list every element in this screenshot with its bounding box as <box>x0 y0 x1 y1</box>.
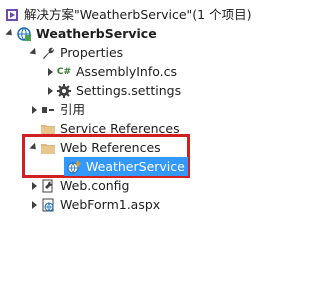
web-config-label: Web.config <box>60 178 130 193</box>
tree-item-properties[interactable]: Properties <box>28 43 123 62</box>
collapse-arrow-icon[interactable] <box>28 195 40 214</box>
web-service-icon <box>66 159 82 175</box>
tree-item-web-config[interactable]: Web.config <box>28 176 129 195</box>
tree-item-settings[interactable]: Settings.settings <box>44 81 181 100</box>
config-file-icon <box>40 178 56 194</box>
references-label: 引用 <box>60 102 86 117</box>
solution-label: 解决方案"WeatherbService"(1 个项目) <box>24 7 252 22</box>
tree-item-references[interactable]: 引用 <box>28 100 85 119</box>
wrench-icon <box>40 45 56 61</box>
expand-arrow-icon[interactable] <box>28 138 40 157</box>
gear-icon <box>56 83 72 99</box>
expand-arrow-icon[interactable] <box>4 24 16 43</box>
web-project-icon <box>16 26 32 42</box>
expand-arrow-icon[interactable] <box>28 43 40 62</box>
tree-item-project[interactable]: WeatherbService <box>4 24 157 43</box>
collapse-arrow-icon[interactable] <box>28 176 40 195</box>
web-references-label: Web References <box>60 140 161 155</box>
collapse-arrow-icon[interactable] <box>44 81 56 100</box>
tree-item-web-references[interactable]: Web References <box>28 138 161 157</box>
assemblyinfo-label: AssemblyInfo.cs <box>76 64 178 79</box>
properties-label: Properties <box>60 45 124 60</box>
solution-icon <box>4 7 20 23</box>
webform-label: WebForm1.aspx <box>60 197 161 212</box>
csharp-file-icon: C# <box>56 66 72 77</box>
weather-service-label: WeatherService <box>86 159 185 174</box>
project-label: WeatherbService <box>36 26 157 41</box>
aspx-file-icon <box>40 197 56 213</box>
tree-item-assemblyinfo[interactable]: C# AssemblyInfo.cs <box>44 62 177 81</box>
tree-item-solution[interactable]: 解决方案"WeatherbService"(1 个项目) <box>4 5 251 24</box>
tree-item-webform[interactable]: WebForm1.aspx <box>28 195 160 214</box>
references-icon <box>40 102 56 118</box>
collapse-arrow-icon[interactable] <box>28 100 40 119</box>
tree-item-weather-service[interactable]: WeatherService <box>64 157 188 176</box>
folder-icon <box>40 140 56 156</box>
settings-label: Settings.settings <box>76 83 182 98</box>
collapse-arrow-icon[interactable] <box>44 62 56 81</box>
